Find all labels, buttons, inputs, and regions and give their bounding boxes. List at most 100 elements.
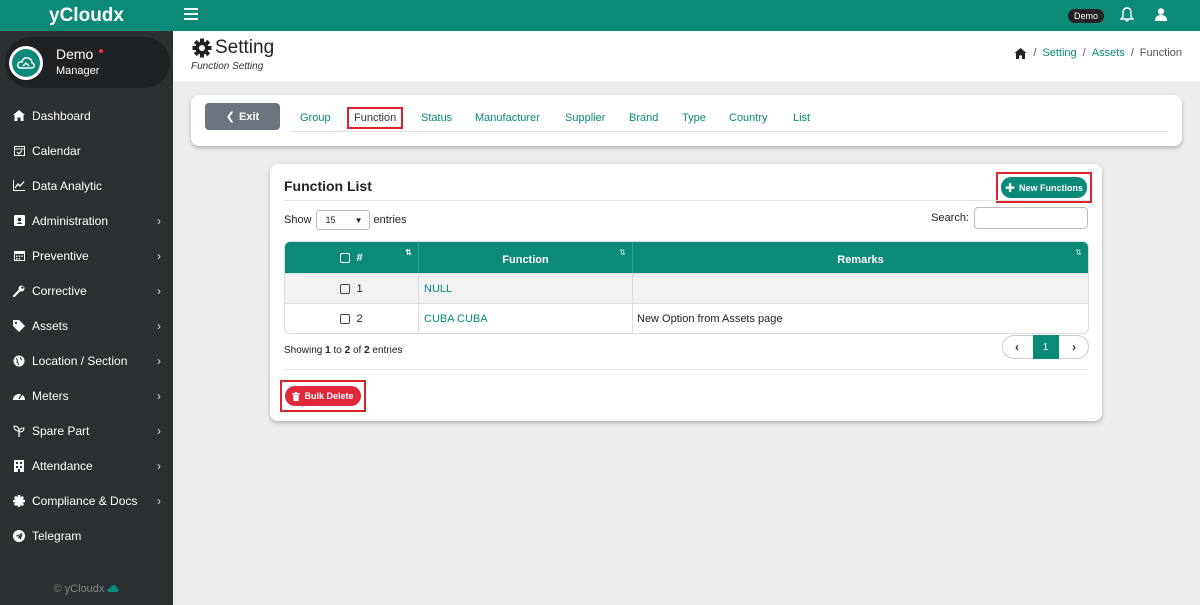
sidebar-item-administration[interactable]: Administration › (0, 203, 173, 238)
bulk-delete-button[interactable]: Bulk Delete (285, 386, 361, 406)
page-length-select[interactable]: 15 ▼ (315, 210, 370, 230)
column-header-remarks[interactable]: Remarks ⇅ (633, 242, 1088, 273)
column-header-number[interactable]: # ⇅ (285, 242, 419, 273)
chevron-right-icon: › (157, 283, 161, 298)
page-1-button[interactable]: 1 (1032, 335, 1059, 359)
tab-brand[interactable]: Brand (629, 112, 658, 124)
tag-icon (13, 319, 25, 332)
divider (284, 369, 1088, 370)
id-card-icon (13, 215, 25, 227)
chevron-right-icon: › (157, 248, 161, 263)
function-link[interactable]: NULL (424, 283, 452, 295)
sidebar-item-spare-part[interactable]: Spare Part › (0, 413, 173, 448)
table-row[interactable]: 1 NULL (285, 273, 1088, 303)
select-all-checkbox[interactable] (340, 252, 351, 263)
status-dot (99, 49, 104, 53)
table-header: # ⇅ Function ⇅ Remarks ⇅ (285, 242, 1088, 273)
sidebar-item-attendance[interactable]: Attendance › (0, 448, 173, 483)
calendar-check-icon (13, 145, 25, 157)
sidebar-item-compliance-docs[interactable]: Compliance & Docs › (0, 483, 173, 518)
tab-function[interactable]: Function (347, 107, 404, 129)
row-checkbox[interactable] (340, 283, 351, 294)
topbar: Demo (173, 0, 1200, 31)
info-text: of (350, 345, 365, 356)
chevron-right-icon: › (157, 318, 161, 333)
sidebar-item-label: Spare Part (32, 423, 90, 438)
sidebar-item-label: Location / Section (32, 353, 128, 368)
sidebar-item-label: Meters (32, 388, 69, 403)
function-cell: CUBA CUBA (419, 304, 633, 333)
row-number-cell: 1 (285, 274, 419, 303)
show-label: Show (284, 214, 312, 226)
row-number-cell: 2 (285, 304, 419, 333)
sort-icon: ⇅ (1075, 248, 1082, 257)
sidebar-item-preventive[interactable]: Preventive › (0, 238, 173, 273)
column-label: # (356, 251, 363, 264)
breadcrumb-setting[interactable]: Setting (1042, 47, 1076, 59)
footer-text: © yCloudx (53, 583, 105, 595)
exit-button[interactable]: ❮ Exit (205, 103, 280, 130)
tab-type[interactable]: Type (682, 112, 706, 124)
chevron-right-icon: › (157, 388, 161, 403)
sidebar-item-corrective[interactable]: Corrective › (0, 273, 173, 308)
remarks-cell (633, 274, 1088, 303)
tab-manufacturer[interactable]: Manufacturer (475, 112, 540, 124)
row-checkbox[interactable] (340, 313, 351, 324)
certificate-icon (13, 494, 25, 507)
cloud-icon (107, 583, 120, 595)
user-card[interactable]: Demo Manager (5, 37, 170, 88)
previous-page-icon[interactable]: ‹ (1009, 340, 1025, 354)
demo-badge[interactable]: Demo (1068, 9, 1105, 23)
tab-status[interactable]: Status (421, 112, 452, 124)
remarks-cell: New Option from Assets page (637, 312, 783, 325)
column-label: Remarks (837, 253, 884, 266)
avatar (9, 45, 43, 80)
sidebar-item-telegram[interactable]: Telegram (0, 518, 173, 553)
tab-group[interactable]: Group (300, 112, 331, 124)
sidebar-nav: Dashboard Calendar Data Analytic Adminis… (0, 98, 173, 553)
tab-list[interactable]: List (793, 112, 810, 124)
tab-country[interactable]: Country (729, 112, 768, 124)
sidebar-item-assets[interactable]: Assets › (0, 308, 173, 343)
row-number: 2 (356, 312, 363, 325)
search-control: Search: (931, 207, 1088, 229)
table-row[interactable]: 2 CUBA CUBA New Option from Assets page (285, 303, 1088, 333)
sidebar-item-calendar[interactable]: Calendar (0, 133, 173, 168)
bulk-delete-highlight: Bulk Delete (280, 380, 366, 412)
column-header-function[interactable]: Function ⇅ (419, 242, 633, 273)
sidebar-item-data-analytic[interactable]: Data Analytic (0, 168, 173, 203)
tab-supplier[interactable]: Supplier (565, 112, 605, 124)
home-icon[interactable] (1014, 47, 1027, 59)
sidebar: yCloudx Demo Manager Dashboard Calendar … (0, 0, 173, 605)
new-functions-button[interactable]: ✚ New Functions (1001, 177, 1087, 198)
seedling-icon (13, 424, 25, 437)
sidebar-item-label: Dashboard (32, 108, 91, 123)
wrench-icon (13, 285, 25, 297)
sidebar-item-meters[interactable]: Meters › (0, 378, 173, 413)
brand-logo[interactable]: yCloudx (0, 0, 173, 31)
function-link[interactable]: CUBA CUBA (424, 313, 488, 325)
sidebar-item-location-section[interactable]: Location / Section › (0, 343, 173, 378)
next-page-icon[interactable]: › (1066, 340, 1082, 354)
search-input[interactable] (974, 207, 1088, 229)
page-length-value: 15 (325, 215, 336, 225)
sidebar-item-label: Compliance & Docs (32, 493, 138, 508)
page-header: Setting Function Setting / Setting / Ass… (173, 31, 1200, 81)
user-icon[interactable] (1155, 8, 1167, 24)
chart-line-icon (13, 180, 25, 192)
sidebar-footer: © yCloudx (0, 583, 173, 595)
bell-icon[interactable] (1119, 7, 1135, 25)
search-label: Search: (931, 212, 969, 224)
calendar-icon (13, 250, 25, 262)
sidebar-item-label: Telegram (32, 528, 82, 543)
divider (284, 200, 1088, 201)
sidebar-item-dashboard[interactable]: Dashboard (0, 98, 173, 133)
page-title-text: Setting (215, 37, 275, 58)
chevron-right-icon: › (157, 423, 161, 438)
chevron-right-icon: › (157, 458, 161, 473)
hamburger-menu-icon[interactable] (184, 8, 198, 20)
building-icon (13, 459, 25, 472)
breadcrumb-assets[interactable]: Assets (1092, 47, 1125, 59)
sidebar-item-label: Attendance (32, 458, 93, 473)
chevron-right-icon: › (157, 493, 161, 508)
